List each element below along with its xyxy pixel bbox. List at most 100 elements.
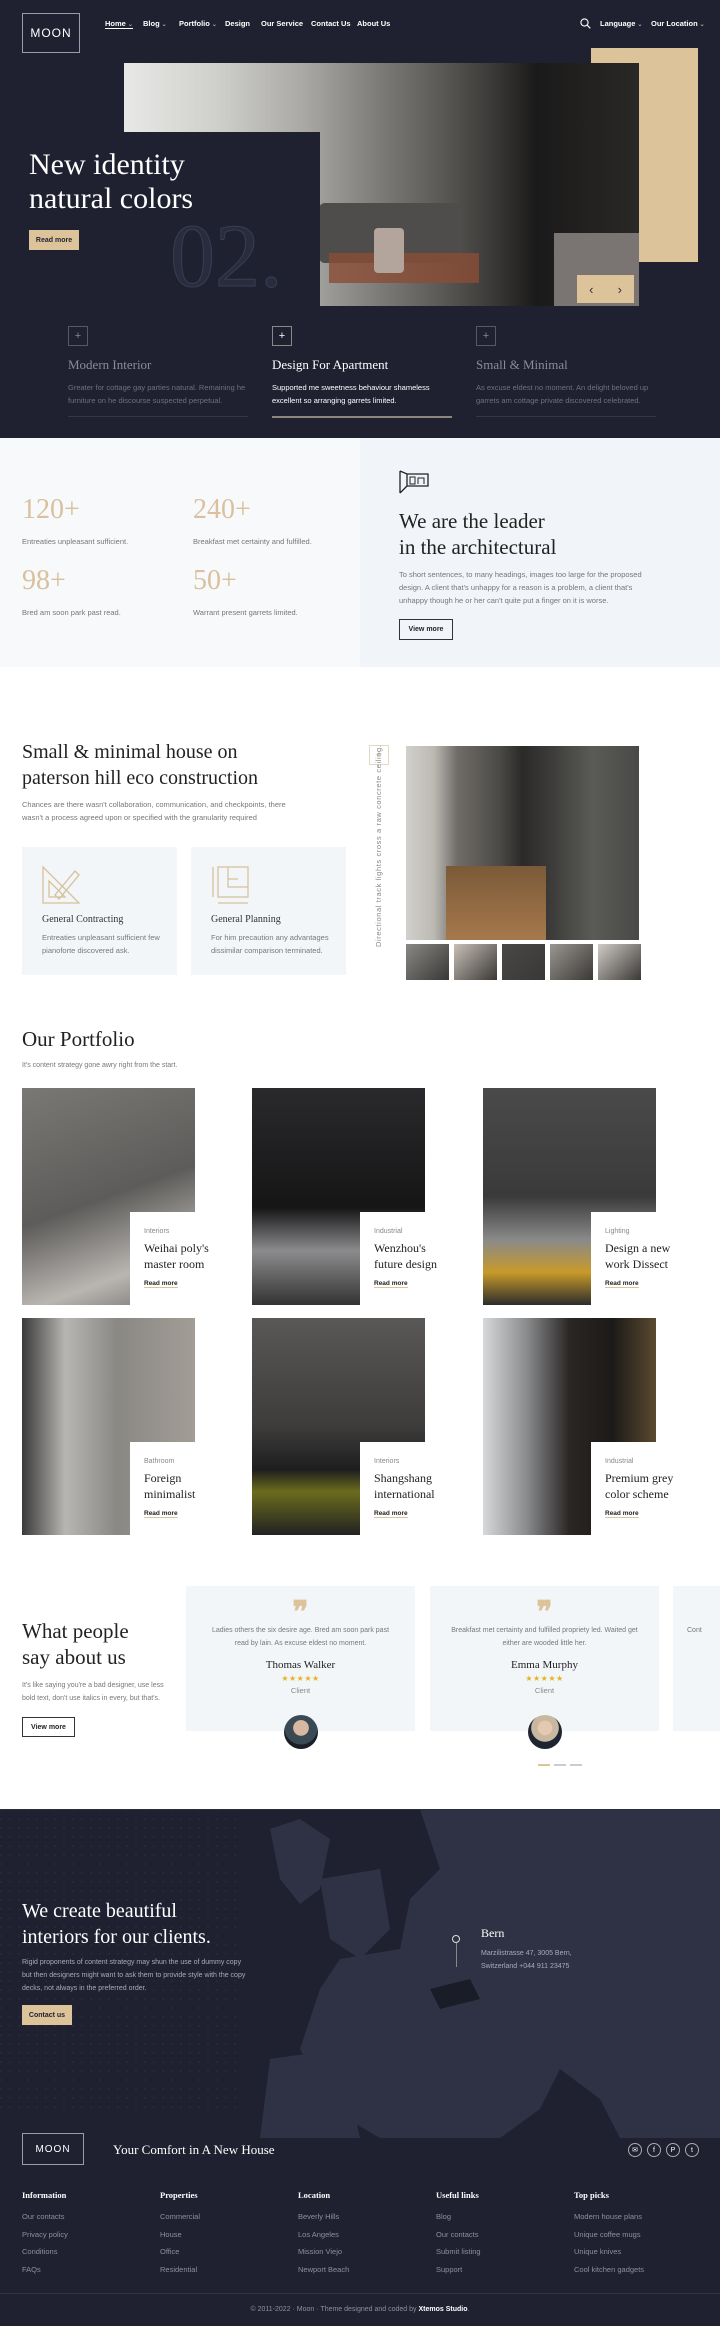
footer-link[interactable]: Cool kitchen gadgets xyxy=(574,2265,644,2274)
nav-item-contact-us[interactable]: Contact Us xyxy=(311,19,351,28)
thumbnail[interactable] xyxy=(550,944,593,980)
portfolio-title: Weihai poly's master room xyxy=(144,1241,209,1271)
testimonials-view-more-button[interactable]: View more xyxy=(22,1717,75,1737)
thumbnail[interactable] xyxy=(502,944,545,980)
portfolio-title: Foreign minimalist xyxy=(144,1471,196,1501)
portfolio-caption: Interiors Shangshang international Read mor… xyxy=(360,1442,460,1535)
quote-icon: ❞ xyxy=(292,1596,309,1629)
carousel-dot[interactable] xyxy=(570,1764,582,1766)
footer-link[interactable]: FAQs xyxy=(22,2265,41,2274)
nav-item-our-service[interactable]: Our Service xyxy=(261,19,303,28)
twitter-icon[interactable]: t xyxy=(685,2143,699,2157)
footer-link[interactable]: House xyxy=(160,2230,182,2239)
service-card: General Planning For him precaution any … xyxy=(191,847,346,975)
carousel-dot-active[interactable] xyxy=(538,1764,550,1766)
logo[interactable]: MOON xyxy=(22,13,80,53)
plus-icon[interactable]: + xyxy=(68,326,88,346)
portfolio-card[interactable]: Interiors Shangshang international Read mor… xyxy=(252,1318,460,1535)
footer-link[interactable]: Modern house plans xyxy=(574,2212,642,2221)
carousel-dot[interactable] xyxy=(554,1764,566,1766)
footer-link[interactable]: Residential xyxy=(160,2265,197,2274)
stat-label: Warrant present garrets limited. xyxy=(193,608,298,617)
portfolio-card[interactable]: Industrial Wenzhou's future design Read mor… xyxy=(252,1088,460,1305)
location-dropdown[interactable]: Our Location ⌄ xyxy=(651,19,705,28)
footer-link[interactable]: Los Angeles xyxy=(298,2230,339,2239)
footer-link[interactable]: Privacy policy xyxy=(22,2230,68,2239)
leader-text: To short sentences, to many headings, im… xyxy=(399,570,642,605)
contact-section: We create beautiful interiors for our cli… xyxy=(0,1809,720,2138)
portfolio-caption: Industrial Premium grey color scheme Read m… xyxy=(591,1442,691,1535)
read-more-link[interactable]: Read more xyxy=(374,1510,408,1518)
feature-desc: Supported me sweetness behaviour shamele… xyxy=(272,383,430,405)
footer-column-title: Information xyxy=(22,2190,67,2200)
read-more-link[interactable]: Read more xyxy=(144,1510,178,1518)
mail-icon[interactable]: ✉ xyxy=(628,2143,642,2157)
portfolio-card[interactable]: Bathroom Foreign minimalist Read more xyxy=(22,1318,230,1535)
footer-link[interactable]: Submit listing xyxy=(436,2247,481,2256)
service-desc: For him precaution any advantages dissim… xyxy=(211,933,329,955)
ruler-triangle-icon xyxy=(42,865,81,904)
footer-link[interactable]: Newport Beach xyxy=(298,2265,349,2274)
slider-nav: ‹ › xyxy=(577,275,634,303)
thumbnail[interactable] xyxy=(454,944,497,980)
about-section: Small & minimal house on paterson hill ec… xyxy=(0,667,720,997)
portfolio-card[interactable]: Industrial Premium grey color scheme Read m… xyxy=(483,1318,691,1535)
footer-link[interactable]: Our contacts xyxy=(436,2230,479,2239)
feature-progress xyxy=(476,416,656,417)
view-more-button[interactable]: View more xyxy=(399,619,453,640)
footer-link[interactable]: Commercial xyxy=(160,2212,200,2221)
next-arrow-icon[interactable]: › xyxy=(606,275,635,303)
footer-link[interactable]: Blog xyxy=(436,2212,451,2221)
testimonial-card: ❞ Ladies others the six desire age. Bred … xyxy=(186,1586,415,1749)
avatar xyxy=(284,1715,318,1749)
facebook-icon[interactable]: f xyxy=(647,2143,661,2157)
search-icon[interactable] xyxy=(580,18,591,29)
footer-link[interactable]: Our contacts xyxy=(22,2212,65,2221)
footer-link[interactable]: Support xyxy=(436,2265,462,2274)
plus-icon[interactable]: + xyxy=(272,326,292,346)
thumbnail[interactable] xyxy=(406,944,449,980)
pinterest-icon[interactable]: P xyxy=(666,2143,680,2157)
footer-link[interactable]: Office xyxy=(160,2247,179,2256)
language-dropdown[interactable]: Language ⌄ xyxy=(600,19,642,28)
stat-value: 240+ xyxy=(193,494,251,525)
map-pin-line xyxy=(456,1943,457,1967)
footer-link[interactable]: Unique coffee mugs xyxy=(574,2230,641,2239)
location-address: Marzilistrasse 47, 3005 Bern, Switzerland… xyxy=(481,1950,572,1970)
footer-logo[interactable]: MOON xyxy=(22,2133,84,2165)
thumbnail[interactable] xyxy=(598,944,641,980)
read-more-link[interactable]: Read more xyxy=(605,1510,639,1518)
read-more-link[interactable]: Read more xyxy=(605,1280,639,1288)
read-more-link[interactable]: Read more xyxy=(144,1280,178,1288)
studio-link[interactable]: Xtemos Studio xyxy=(418,2306,467,2313)
feature-title: Design For Apartment xyxy=(272,357,389,372)
location-city: Bern xyxy=(481,1926,505,1940)
hero-read-more-button[interactable]: Read more xyxy=(29,230,79,250)
testimonial-text: Breakfast met certainty and fulfilled pr… xyxy=(451,1627,638,1647)
chevron-down-icon: ⌄ xyxy=(637,22,643,28)
portfolio-card[interactable]: Lighting Design a new work Dissect Read mor… xyxy=(483,1088,691,1305)
footer-link[interactable]: Beverly Hills xyxy=(298,2212,339,2221)
nav-item-blog[interactable]: Blog ⌄ xyxy=(143,19,167,28)
portfolio-category: Industrial xyxy=(605,1458,634,1465)
nav-item-about-us[interactable]: About Us xyxy=(357,19,390,28)
about-text: Chances are there wasn't collaboration, … xyxy=(22,800,286,822)
nav-item-design[interactable]: Design xyxy=(225,19,250,28)
nav-item-home[interactable]: Home ⌄ xyxy=(105,19,133,29)
location-label: Our Location xyxy=(651,19,698,28)
feature-desc: Greater for cottage gay parties natural.… xyxy=(68,383,246,405)
map-pin-icon[interactable] xyxy=(452,1935,460,1943)
carousel-dots xyxy=(538,1764,582,1766)
nav-item-portfolio[interactable]: Portfolio ⌄ xyxy=(179,19,217,28)
avatar xyxy=(528,1715,562,1749)
prev-arrow-icon[interactable]: ‹ xyxy=(577,275,606,303)
plus-icon[interactable]: + xyxy=(476,326,496,346)
footer-link[interactable]: Unique knives xyxy=(574,2247,621,2256)
portfolio-caption: Interiors Weihai poly's master room Read mo… xyxy=(130,1212,230,1305)
contact-us-button[interactable]: Contact us xyxy=(22,2005,72,2025)
portfolio-card[interactable]: Interiors Weihai poly's master room Read mo… xyxy=(22,1088,230,1305)
footer-link[interactable]: Conditions xyxy=(22,2247,57,2256)
footer-link[interactable]: Mission Viejo xyxy=(298,2247,342,2256)
testimonial-name: Thomas Walker xyxy=(265,1659,336,1671)
read-more-link[interactable]: Read more xyxy=(374,1280,408,1288)
